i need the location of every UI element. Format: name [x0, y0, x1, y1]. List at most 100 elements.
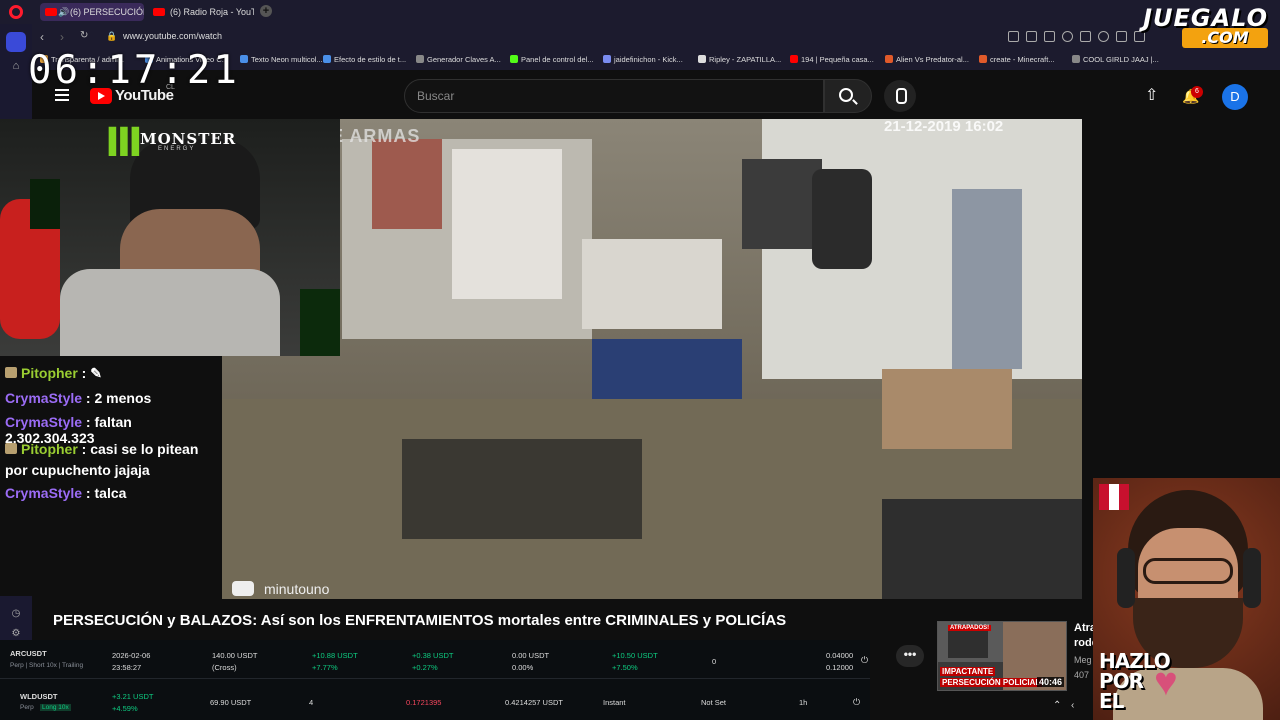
play-icon[interactable]: [1080, 31, 1091, 42]
pnl: +0.38 USDT: [412, 651, 454, 660]
bookmark-favicon-icon: [603, 55, 611, 63]
bookmark-label: jaidefinichon - Kick...: [614, 55, 683, 64]
tab-persecucion[interactable]: 🔊 (6) PERSECUCIÓN y B: [40, 3, 144, 21]
bookmark-item[interactable]: COOL GIRLD JAAJ |...: [1072, 55, 1159, 64]
timeframe: 1h: [799, 698, 808, 707]
power-icon[interactable]: ⏻: [853, 697, 860, 708]
home-icon[interactable]: [6, 32, 26, 52]
pnl-pct: +7.77%: [312, 663, 338, 672]
bookmark-item[interactable]: Panel de control del...: [510, 55, 594, 64]
fee-pct: 0.00%: [512, 663, 534, 672]
chat-user: CrymaStyle: [5, 414, 83, 430]
logo-bottom-text: .COM: [1182, 28, 1268, 48]
bookmark-favicon-icon: [1072, 55, 1080, 63]
bookmark-label: Efecto de estilo de t...: [334, 55, 407, 64]
chat-badge-icon: [5, 443, 17, 454]
pnl: +3.21 USDT: [112, 692, 154, 701]
more-button[interactable]: •••: [896, 645, 924, 667]
favorites-icon[interactable]: [1098, 31, 1109, 42]
take-profit[interactable]: Not Set: [701, 698, 726, 707]
price-red: 0.1721395: [406, 698, 442, 707]
margin: 69.90 USDT: [210, 698, 252, 707]
bookmark-label: Alien Vs Predator-al...: [896, 55, 969, 64]
open-date: 2026-02-06: [112, 651, 151, 660]
price: 0.04000: [826, 651, 854, 660]
bookmark-item[interactable]: Generador Claves A...: [416, 55, 501, 64]
chat-user: Pitopher: [21, 441, 78, 457]
pnl-pct: +0.27%: [412, 663, 438, 672]
bookmark-label: 194 | Pequeña casa...: [801, 55, 874, 64]
bookmark-item[interactable]: 194 | Pequeña casa...: [790, 55, 874, 64]
speaker-icon[interactable]: 🔊: [58, 3, 69, 21]
search-input[interactable]: [404, 79, 824, 113]
recommended-tag: ATRAPADOS!: [948, 625, 992, 631]
bookmark-item[interactable]: jaidefinichon - Kick...: [603, 55, 683, 64]
chat-overlay: Pitopher : ✎ CrymaStyle : 2 menos CrymaS…: [0, 356, 222, 596]
edit-icon[interactable]: [1026, 31, 1037, 42]
chevron-left-icon[interactable]: ‹: [1071, 700, 1074, 711]
price: 0.12000: [826, 663, 854, 672]
bookmark-item[interactable]: create - Minecraft...: [979, 55, 1055, 64]
video-player[interactable]: [222, 119, 1082, 599]
history-icon[interactable]: ◷: [10, 608, 22, 620]
bookmark-item[interactable]: Efecto de estilo de t...: [323, 55, 406, 64]
heart-icon: ♥: [1154, 660, 1178, 704]
margin: 140.00 USDT: [212, 651, 258, 660]
quantity: 4: [309, 698, 314, 707]
new-tab-button[interactable]: +: [260, 5, 272, 17]
bookmark-label: Ripley - ZAPATILLA...: [709, 55, 782, 64]
power-icon[interactable]: ⏻: [861, 655, 868, 666]
forward-icon[interactable]: ›: [60, 30, 64, 44]
vpn-icon[interactable]: [1062, 31, 1073, 42]
channel-watermark-icon: [232, 581, 254, 596]
symbol[interactable]: ARCUSDT: [10, 649, 47, 658]
url-field[interactable]: www.youtube.com/watch: [123, 31, 222, 41]
browser-tab-bar: 🔊 (6) PERSECUCIÓN y B (6) Radio Roja - Y…: [0, 0, 1280, 24]
bookmark-favicon-icon: [698, 55, 706, 63]
recommended-tag: PERSECUCIÓN POLICIAL: [940, 678, 1043, 687]
opera-logo-icon[interactable]: [9, 5, 23, 19]
pnl-pct: +4.59%: [112, 704, 138, 713]
pin-icon[interactable]: ⌂: [8, 58, 24, 74]
bookmark-item[interactable]: Texto Neon multicol...: [240, 55, 323, 64]
back-icon[interactable]: ‹: [40, 30, 44, 44]
chat-text: 2 menos: [94, 390, 152, 406]
bookmark-label: Texto Neon multicol...: [251, 55, 323, 64]
bookmark-favicon-icon: [885, 55, 893, 63]
tab-radio-roja[interactable]: (6) Radio Roja - YouTube: [148, 3, 254, 21]
search-page-icon[interactable]: [1008, 31, 1019, 42]
bookmark-favicon-icon: [240, 55, 248, 63]
pnl: +10.88 USDT: [312, 651, 358, 660]
avatar[interactable]: D: [1222, 84, 1248, 110]
settings-icon[interactable]: ⚙: [10, 628, 22, 640]
video-timestamp: 21-12-2019 16:02: [884, 118, 1004, 135]
bookmark-favicon-icon: [790, 55, 798, 63]
bookmark-label: Panel de control del...: [521, 55, 594, 64]
sponsor-sub: ENERGY: [158, 146, 196, 152]
lock-icon: 🔒: [106, 31, 118, 41]
reload-icon[interactable]: ↻: [80, 30, 88, 41]
notification-badge: 6: [1191, 86, 1203, 98]
clock: 06:17:21: [28, 48, 240, 93]
bookmark-favicon-icon: [323, 55, 331, 63]
bookmark-item[interactable]: Alien Vs Predator-al...: [885, 55, 969, 64]
recommended-meta: Meg: [1074, 655, 1092, 665]
symbol[interactable]: WLDUSDT: [20, 692, 58, 701]
upload-icon[interactable]: ⇧: [1145, 88, 1159, 104]
mode[interactable]: Instant: [603, 698, 626, 707]
chat-badge-icon: [5, 367, 17, 378]
tab-label: (6) Radio Roja - YouTube: [170, 7, 254, 17]
recommended-meta: 407: [1074, 670, 1090, 680]
position-sub: Perp: [20, 704, 34, 711]
webcam-overlay: [0, 119, 340, 356]
tab-label: (6) PERSECUCIÓN y B: [70, 7, 144, 17]
microphone-icon[interactable]: [884, 80, 916, 112]
chevron-up-icon[interactable]: ⌃: [1053, 700, 1061, 711]
chat-user: Pitopher: [21, 365, 78, 381]
bookmark-favicon-icon: [979, 55, 987, 63]
bookmark-item[interactable]: Ripley - ZAPATILLA...: [698, 55, 781, 64]
pnl-pct: +7.50%: [612, 663, 638, 672]
search-icon[interactable]: [839, 88, 853, 102]
camera-icon[interactable]: [1044, 31, 1055, 42]
youtube-favicon-icon: [153, 8, 165, 16]
